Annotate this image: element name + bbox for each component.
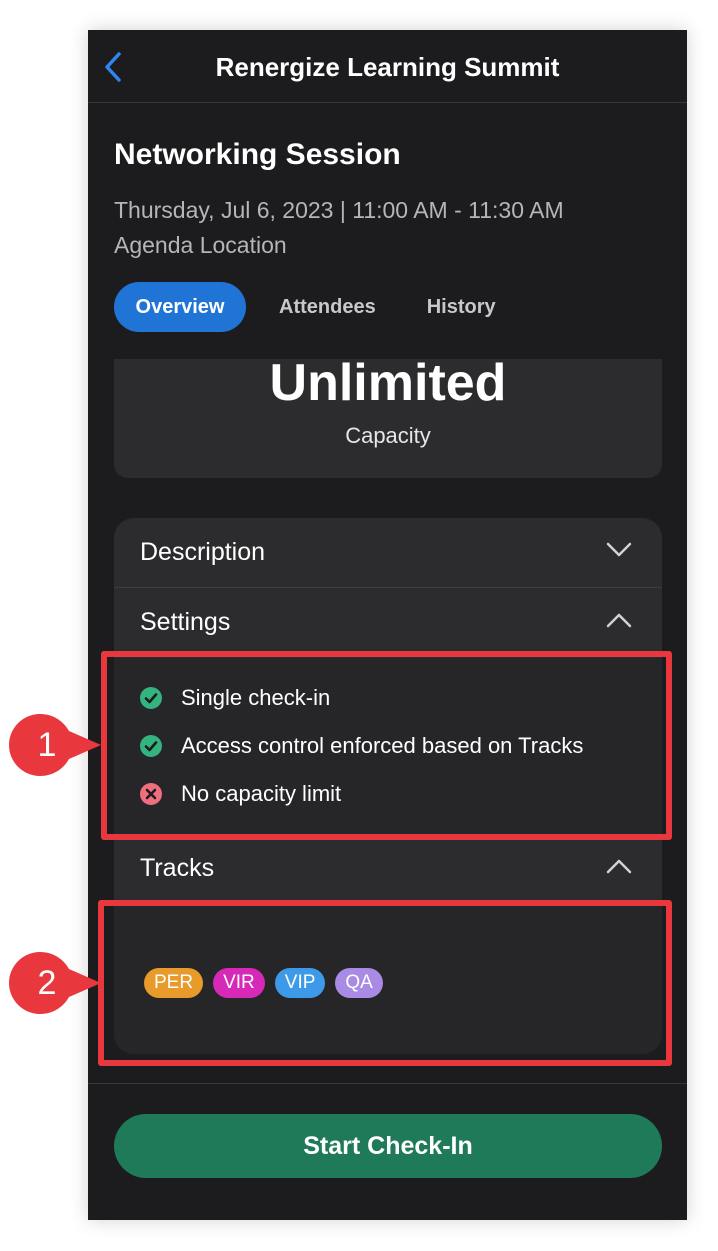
settings-header[interactable]: Settings (114, 588, 662, 658)
chevron-down-icon (606, 542, 632, 557)
top-navigation-bar: Renergize Learning Summit (88, 30, 687, 103)
callout-number: 2 (37, 963, 57, 1002)
session-location: Agenda Location (114, 232, 287, 258)
capacity-card: Unlimited Capacity (114, 354, 662, 478)
highlight-settings-box (101, 651, 672, 840)
description-header[interactable]: Description (114, 518, 662, 588)
description-label: Description (140, 538, 266, 566)
tracks-header[interactable]: Tracks (114, 834, 662, 904)
callout-marker-2: 2 (2, 950, 104, 1016)
chevron-up-icon (606, 613, 632, 628)
callout-marker-1: 1 (2, 712, 104, 778)
capacity-label: Capacity (345, 423, 431, 448)
highlight-tracks-box (98, 900, 672, 1066)
callout-number: 1 (37, 725, 57, 764)
start-checkin-button[interactable]: Start Check-In (114, 1114, 662, 1178)
tracks-label: Tracks (140, 854, 215, 882)
app-title: Renergize Learning Summit (215, 52, 560, 82)
settings-label: Settings (140, 608, 231, 636)
session-title: Networking Session (114, 138, 401, 171)
capacity-value: Unlimited (269, 354, 507, 412)
chevron-up-icon (606, 859, 632, 874)
footer-divider (88, 1083, 687, 1084)
tab-history[interactable]: History (407, 282, 516, 332)
session-datetime: Thursday, Jul 6, 2023 | 11:00 AM - 11:30… (114, 197, 564, 223)
tab-attendees[interactable]: Attendees (259, 282, 396, 332)
tab-overview[interactable]: Overview (114, 282, 246, 332)
tab-bar: Overview Attendees History (114, 282, 516, 332)
